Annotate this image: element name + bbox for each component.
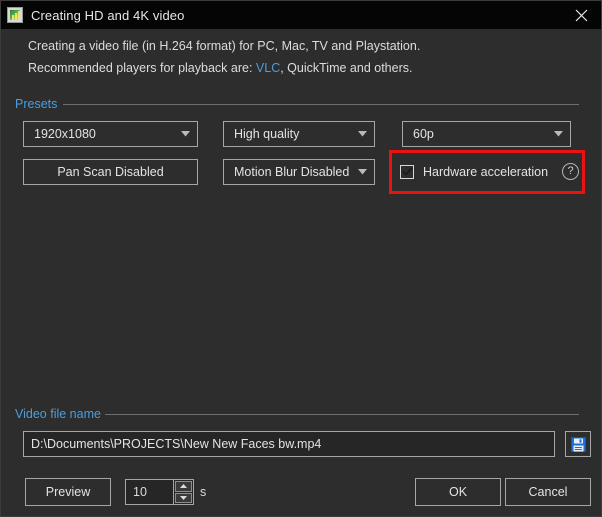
video-file-group-label: Video file name xyxy=(15,407,108,421)
video-file-group-separator xyxy=(105,414,579,415)
pan-scan-label: Pan Scan Disabled xyxy=(57,165,164,179)
title-bar: Creating HD and 4K video xyxy=(1,1,601,29)
cancel-label: Cancel xyxy=(528,485,568,499)
help-icon[interactable]: ? xyxy=(562,163,580,180)
description-line-2: Recommended players for playback are: VL… xyxy=(28,61,412,75)
quality-dropdown[interactable]: High quality xyxy=(223,121,375,147)
quality-value: High quality xyxy=(234,127,300,141)
resolution-dropdown[interactable]: 1920x1080 xyxy=(23,121,198,147)
hardware-acceleration-checkbox[interactable] xyxy=(400,164,414,179)
pan-scan-button[interactable]: Pan Scan Disabled xyxy=(23,159,198,185)
description-line-2-prefix: Recommended players for playback are: xyxy=(28,61,253,75)
close-icon[interactable] xyxy=(559,1,601,29)
video-file-path-input[interactable]: D:\Documents\PROJECTS\New New Faces bw.m… xyxy=(23,431,555,457)
video-file-icon xyxy=(7,7,23,23)
save-file-button[interactable] xyxy=(565,431,591,457)
preview-button[interactable]: Preview xyxy=(25,478,111,506)
caret-down-icon[interactable] xyxy=(175,492,192,503)
description-line-1: Creating a video file (in H.264 format) … xyxy=(28,39,421,53)
floppy-disk-save-icon xyxy=(570,436,586,452)
duration-unit-label: s xyxy=(200,485,207,499)
preview-label: Preview xyxy=(45,485,91,499)
checkmark-icon xyxy=(401,167,413,176)
ok-label: OK xyxy=(448,485,468,499)
creating-video-dialog: Creating HD and 4K video Creating a vide… xyxy=(0,0,602,517)
duration-stepper[interactable]: 10 xyxy=(125,479,194,505)
chevron-down-icon xyxy=(350,169,374,175)
chevron-down-icon xyxy=(350,131,374,137)
motion-blur-value: Motion Blur Disabled xyxy=(234,165,350,179)
video-file-path-value: D:\Documents\PROJECTS\New New Faces bw.m… xyxy=(31,437,322,451)
framerate-dropdown[interactable]: 60p xyxy=(402,121,571,147)
caret-up-icon[interactable] xyxy=(175,481,192,492)
description-line-2-suffix: , QuickTime and others. xyxy=(280,61,413,75)
cancel-button[interactable]: Cancel xyxy=(505,478,591,506)
presets-group-label: Presets xyxy=(15,97,65,111)
chevron-down-icon xyxy=(173,131,197,137)
motion-blur-dropdown[interactable]: Motion Blur Disabled xyxy=(223,159,375,185)
ok-button[interactable]: OK xyxy=(415,478,501,506)
framerate-value: 60p xyxy=(413,127,434,141)
window-title: Creating HD and 4K video xyxy=(31,7,185,23)
chevron-down-icon xyxy=(546,131,570,137)
vlc-link[interactable]: VLC xyxy=(256,61,280,75)
duration-spin-buttons xyxy=(173,480,193,504)
resolution-value: 1920x1080 xyxy=(34,127,96,141)
hardware-acceleration-label: Hardware acceleration xyxy=(423,164,549,179)
duration-value[interactable]: 10 xyxy=(126,480,173,504)
presets-group-separator xyxy=(63,104,579,105)
hardware-acceleration-checkbox-row[interactable]: Hardware acceleration ? xyxy=(400,163,580,180)
